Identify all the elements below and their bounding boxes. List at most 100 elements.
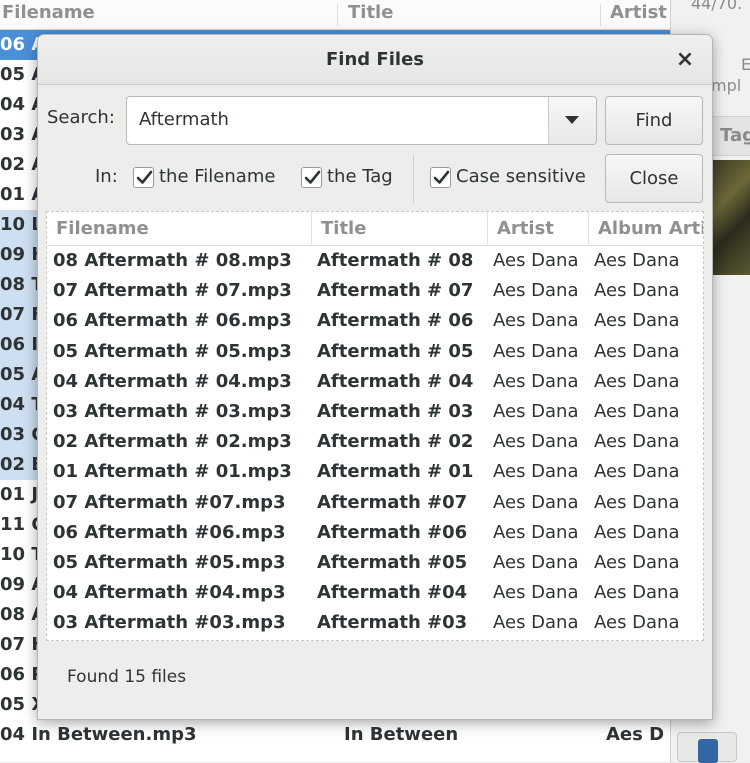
result-row[interactable]: 04 Aftermath #04.mp3 Aftermath #04 Aes Dan… — [47, 578, 703, 608]
result-cell-filename: 01 Aftermath # 01.mp3 — [53, 461, 292, 483]
result-row[interactable]: 04 Aftermath # 04.mp3 Aftermath # 04 Aes D… — [47, 367, 703, 397]
result-cell-album-artist: Aes Dana — [594, 280, 680, 302]
column-header-album-artist[interactable]: Album Artist — [588, 212, 703, 246]
result-cell-album-artist: Aes Dana — [594, 431, 680, 453]
result-cell-artist: Aes Dana — [493, 461, 579, 483]
chevron-down-icon — [565, 116, 579, 124]
bg-header-title[interactable]: Title — [346, 0, 598, 30]
result-cell-title: Aftermath # 06 — [317, 310, 474, 332]
status-text: Found 15 files — [67, 667, 187, 687]
bg-header-filename[interactable]: Filename — [0, 0, 336, 30]
result-cell-title: Aftermath #05 — [317, 552, 468, 573]
result-cell-title: Aftermath #06 — [317, 521, 468, 543]
result-row[interactable]: 08 Aftermath # 08.mp3 Aftermath # 08 Aes D… — [47, 246, 703, 276]
result-cell-filename: 02 Aftermath # 02.mp3 — [53, 431, 292, 453]
result-row[interactable]: 01 Aftermath # 01.mp3 Aftermath # 01 Aes D… — [47, 457, 703, 487]
result-cell-title: Aftermath #03 — [317, 612, 468, 634]
bg-cut-text-a: E — [741, 55, 750, 74]
result-cell-album-artist: Aes Dana — [594, 250, 680, 271]
result-cell-artist: Aes Dana — [493, 521, 579, 543]
result-cell-title: Aftermath # 07 — [317, 280, 474, 302]
dialog-title: Find Files — [326, 49, 424, 70]
column-header-artist[interactable]: Artist — [487, 212, 588, 246]
result-cell-filename: 04 Aftermath #04.mp3 — [53, 582, 286, 604]
tag-checkbox[interactable]: the Tag — [301, 166, 401, 190]
checkbox-box[interactable] — [301, 167, 322, 188]
bg-header-artist[interactable]: Artist — [608, 0, 668, 30]
result-cell-album-artist: Aes Dana — [594, 310, 680, 332]
result-cell-filename: 06 Aftermath # 06.mp3 — [53, 310, 292, 332]
result-cell-artist: Aes Dana — [493, 552, 579, 573]
bg-cell-title: In Between — [344, 724, 459, 745]
result-cell-filename: 07 Aftermath # 07.mp3 — [53, 280, 292, 302]
find-button[interactable]: Find — [605, 96, 703, 145]
close-button[interactable]: Close — [605, 154, 703, 203]
bg-cut-text-b: mpl — [711, 76, 742, 95]
result-row[interactable]: 05 Aftermath # 05.mp3 Aftermath # 05 Aes D… — [47, 337, 703, 367]
result-row[interactable]: 03 Aftermath #03.mp3 Aftermath #03 Aes Dan… — [47, 608, 703, 638]
column-header-filename[interactable]: Filename — [47, 212, 311, 246]
search-combobox[interactable]: Aftermath — [126, 96, 597, 145]
result-row[interactable]: 06 Aftermath # 06.mp3 Aftermath # 06 Aes D… — [47, 306, 703, 336]
filename-checkbox-label[interactable]: the Filename — [159, 166, 275, 187]
result-cell-artist: Aes Dana — [493, 310, 579, 332]
bg-column-header: Filename Title Artist — [0, 0, 670, 30]
result-cell-artist: Aes Dana — [493, 340, 579, 362]
bg-table-row[interactable]: 04 In Between.mp3 In Between Aes D — [0, 720, 670, 750]
checkbox-box[interactable] — [133, 167, 154, 188]
dialog-titlebar[interactable]: Find Files × — [38, 35, 712, 85]
results-list[interactable]: Filename Title Artist Album Artist 08 Af… — [46, 211, 704, 641]
result-cell-album-artist: Aes Dana — [594, 491, 680, 513]
add-icon — [698, 739, 718, 763]
search-input[interactable]: Aftermath — [139, 109, 229, 130]
result-cell-title: Aftermath #07 — [317, 491, 468, 513]
result-cell-title: Aftermath # 08 — [317, 250, 474, 271]
checkmark-icon — [433, 170, 450, 184]
result-cell-title: Aftermath # 04 — [317, 370, 474, 392]
result-cell-artist: Aes Dana — [493, 370, 579, 392]
case-sensitive-checkbox[interactable]: Case sensitive — [430, 166, 600, 190]
result-row[interactable]: 07 Aftermath # 07.mp3 Aftermath # 07 Aes D… — [47, 276, 703, 306]
tag-checkbox-label[interactable]: the Tag — [327, 166, 393, 187]
bg-tab-tag[interactable]: Tag — [711, 116, 750, 156]
bg-add-button[interactable] — [677, 732, 737, 763]
result-cell-title: Aftermath # 02 — [317, 431, 474, 453]
options-separator — [413, 155, 414, 203]
result-cell-artist: Aes Dana — [493, 431, 579, 453]
result-cell-title: Aftermath # 01 — [317, 461, 474, 483]
result-row[interactable]: 05 Aftermath #05.mp3 Aftermath #05 Aes Dan… — [47, 548, 703, 578]
search-label: Search: — [47, 107, 115, 128]
find-files-dialog: Find Files × Search: Aftermath Find In: … — [37, 34, 713, 720]
column-header-title[interactable]: Title — [311, 212, 487, 246]
result-cell-title: Aftermath # 03 — [317, 401, 474, 422]
in-label: In: — [95, 166, 118, 187]
bg-cell-filename: 04 In Between.mp3 — [0, 724, 197, 745]
result-row[interactable]: 06 Aftermath #06.mp3 Aftermath #06 Aes Dan… — [47, 518, 703, 548]
result-cell-artist: Aes Dana — [493, 280, 579, 302]
result-cell-filename: 03 Aftermath # 03.mp3 — [53, 401, 292, 422]
result-cell-filename: 04 Aftermath # 04.mp3 — [53, 370, 292, 392]
case-sensitive-label[interactable]: Case sensitive — [456, 166, 586, 187]
result-cell-filename: 03 Aftermath #03.mp3 — [53, 612, 286, 634]
filename-checkbox[interactable]: the Filename — [133, 166, 283, 190]
result-cell-filename: 08 Aftermath # 08.mp3 — [53, 250, 292, 271]
result-cell-title: Aftermath # 05 — [317, 340, 474, 362]
close-icon[interactable]: × — [672, 47, 698, 73]
result-cell-album-artist: Aes Dana — [594, 612, 680, 634]
checkbox-box[interactable] — [430, 167, 451, 188]
result-cell-filename: 06 Aftermath #06.mp3 — [53, 521, 286, 543]
bg-file-count: 44/70. — [691, 0, 743, 13]
result-row[interactable]: 03 Aftermath # 03.mp3 Aftermath # 03 Aes D… — [47, 397, 703, 427]
results-header: Filename Title Artist Album Artist — [47, 212, 703, 246]
result-cell-title: Aftermath #04 — [317, 582, 468, 604]
result-cell-artist: Aes Dana — [493, 401, 579, 422]
result-row[interactable]: 07 Aftermath #07.mp3 Aftermath #07 Aes Dan… — [47, 488, 703, 518]
result-cell-filename: 05 Aftermath #05.mp3 — [53, 552, 286, 573]
search-dropdown-button[interactable] — [549, 97, 596, 144]
result-row[interactable]: 02 Aftermath # 02.mp3 Aftermath # 02 Aes D… — [47, 427, 703, 457]
result-cell-album-artist: Aes Dana — [594, 340, 680, 362]
result-cell-artist: Aes Dana — [493, 612, 579, 634]
result-cell-artist: Aes Dana — [493, 491, 579, 513]
result-cell-filename: 05 Aftermath # 05.mp3 — [53, 340, 292, 362]
album-cover-image — [711, 160, 750, 275]
